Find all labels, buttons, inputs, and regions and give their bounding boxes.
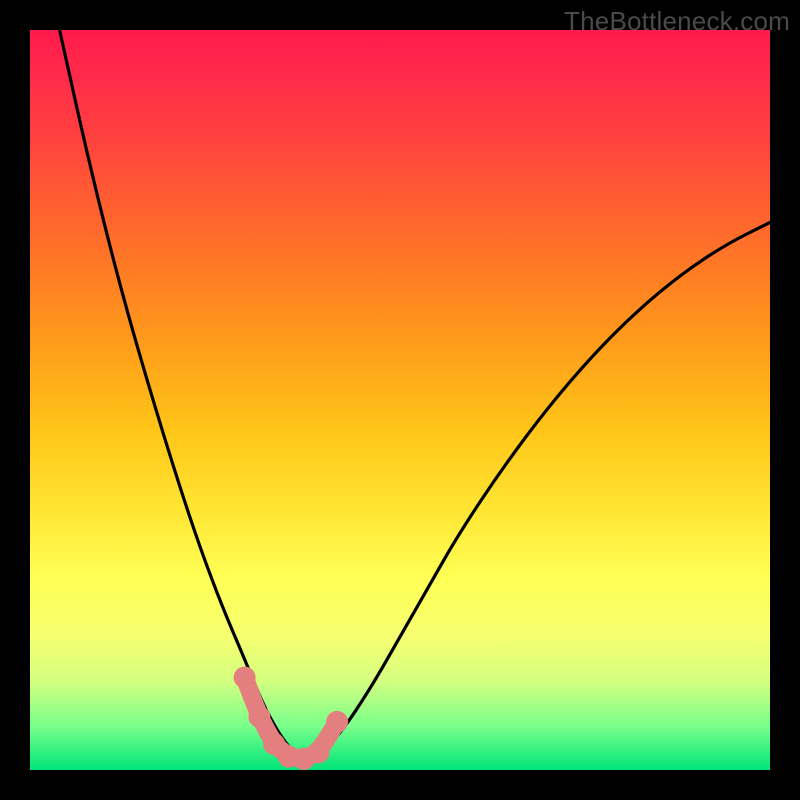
- highlight-dot: [308, 741, 330, 763]
- highlight-dot: [248, 706, 270, 728]
- highlight-dot: [326, 711, 348, 733]
- chart-frame: TheBottleneck.com: [0, 0, 800, 800]
- curve-svg: [30, 30, 770, 770]
- bottleneck-curve: [60, 30, 770, 758]
- plot-area: [30, 30, 770, 770]
- highlight-dot: [234, 667, 256, 689]
- highlight-dots: [234, 667, 349, 770]
